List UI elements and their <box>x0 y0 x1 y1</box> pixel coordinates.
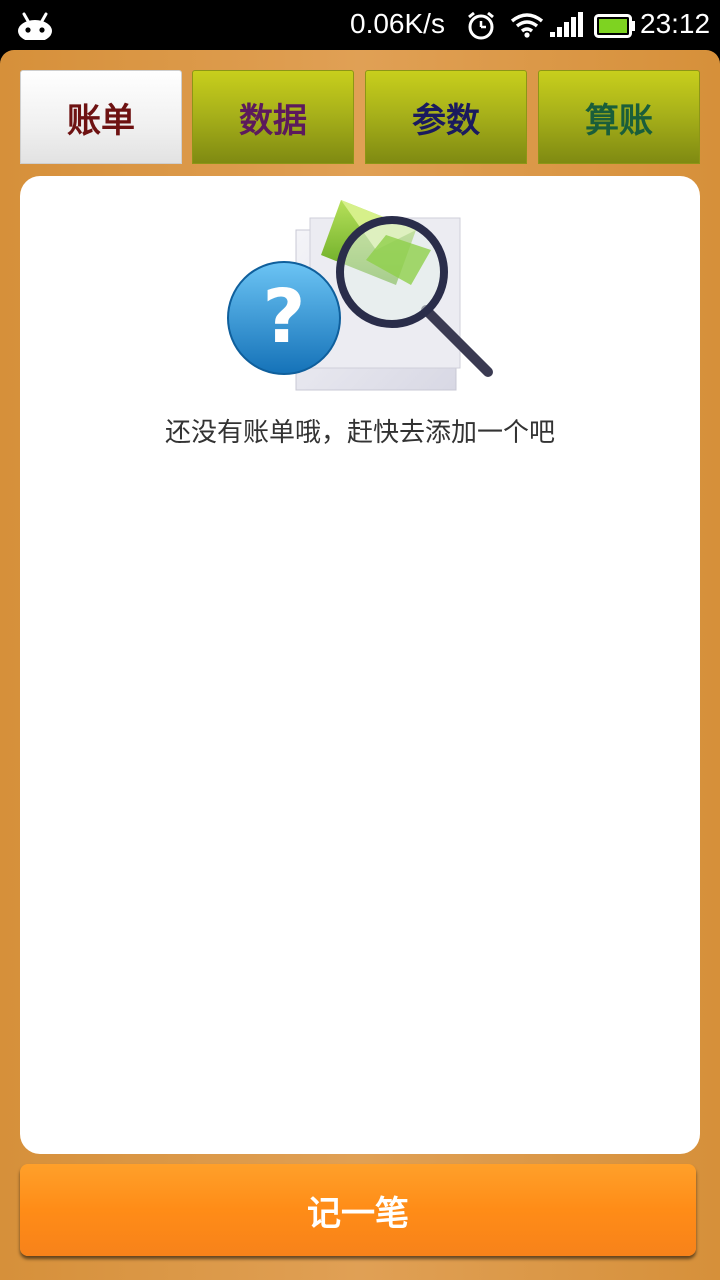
bill-list-panel: ? 还没有账单哦，赶快去添加一个吧 <box>20 176 700 1154</box>
wifi-icon <box>510 13 544 38</box>
tab-label: 参数 <box>412 100 480 141</box>
network-speed: 0.06K/s <box>350 8 445 39</box>
signal-icon <box>550 12 583 37</box>
tab-parameters[interactable]: 参数 <box>365 70 527 164</box>
tab-bar: 账单 数据 参数 算账 <box>20 70 700 164</box>
tab-label: 账单 <box>67 100 135 141</box>
svg-text:?: ? <box>263 274 306 360</box>
battery-icon <box>594 14 635 38</box>
status-bar: 0.06K/s 23:12 <box>0 0 720 50</box>
tab-bills[interactable]: 账单 <box>20 70 182 164</box>
tab-data[interactable]: 数据 <box>192 70 354 164</box>
alarm-clock-icon <box>468 11 494 40</box>
search-mail-help-icon: ? <box>227 200 493 391</box>
empty-state-message: 还没有账单哦，赶快去添加一个吧 <box>164 418 555 448</box>
android-icon <box>18 12 52 40</box>
tab-label: 算账 <box>585 100 653 141</box>
status-clock: 23:12 <box>640 8 711 39</box>
add-bill-button[interactable]: 记一笔 <box>20 1164 696 1256</box>
tab-label: 数据 <box>239 100 307 141</box>
add-bill-button-label: 记一笔 <box>307 1193 409 1234</box>
tab-calculate[interactable]: 算账 <box>538 70 700 164</box>
